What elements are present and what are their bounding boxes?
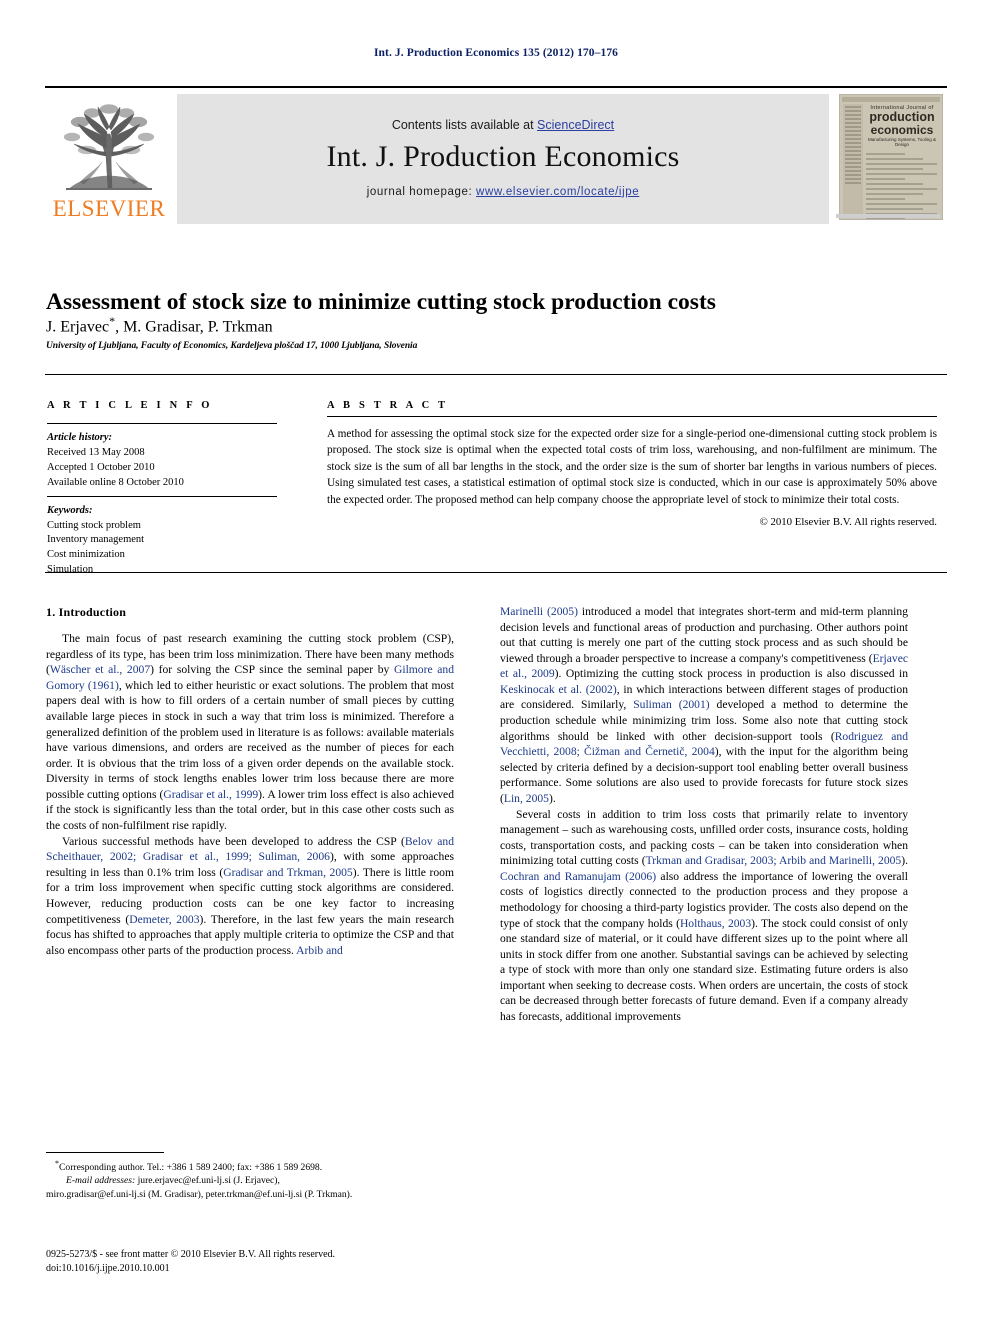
contents-line: Contents lists available at ScienceDirec… [392, 118, 614, 132]
body-column-left: 1. Introduction The main focus of past r… [46, 604, 454, 958]
email-1[interactable]: jure.erjavec@ef.uni-lj.si (J. Erjavec), [135, 1175, 280, 1186]
keyword-item: Simulation [47, 564, 94, 576]
citation-link[interactable]: Arbib and [296, 944, 343, 957]
contents-prefix: Contents lists available at [391, 118, 538, 133]
imprint-block: 0925-5273/$ - see front matter © 2010 El… [46, 1248, 486, 1276]
author-first: J. Erjavec [46, 318, 110, 336]
keyword-item: Inventory management [47, 534, 145, 546]
author-list: J. Erjavec*, M. Gradisar, P. Trkman [46, 314, 926, 336]
cover-title-line2: production [869, 110, 935, 124]
body-column-right: Marinelli (2005) introduced a model that… [500, 604, 908, 1025]
keywords-label: Keywords: [47, 504, 93, 516]
citation-link[interactable]: Marinelli (2005) [500, 605, 578, 618]
article-info-column: Article history: Received 13 May 2008 Ac… [47, 418, 287, 578]
journal-cover-thumbnail[interactable]: International Journal of production econ… [835, 94, 947, 224]
footnote-block: *Corresponding author. Tel.: +386 1 589 … [46, 1152, 454, 1201]
cover-title-block: International Journal of production econ… [866, 105, 938, 147]
citation-link[interactable]: Lin, 2005 [504, 792, 549, 805]
issn-copyright-line: 0925-5273/$ - see front matter © 2010 El… [46, 1249, 336, 1260]
keyword-item: Cutting stock problem [47, 519, 141, 531]
sciencedirect-link[interactable]: ScienceDirect [537, 118, 614, 132]
citation-link[interactable]: Suliman (2001) [633, 698, 709, 711]
abstract-heading: A B S T R A C T [327, 400, 449, 411]
abstract-column: A method for assessing the optimal stock… [327, 418, 937, 531]
cover-top-bar [842, 97, 940, 102]
history-received: Received 13 May 2008 [47, 446, 145, 458]
author-rest: , M. Gradisar, P. Trkman [115, 318, 273, 336]
paragraph: Several costs in addition to trim loss c… [500, 807, 908, 1024]
email-addresses-label: E-mail addresses: [66, 1175, 136, 1187]
author-affiliation: University of Ljubljana, Faculty of Econ… [46, 341, 418, 351]
journal-title: Int. J. Production Economics [326, 140, 680, 174]
keyword-item: Cost minimization [47, 549, 125, 561]
cover-shadow-bar [836, 214, 940, 218]
corresponding-author-text: Corresponding author. Tel.: +386 1 589 2… [59, 1162, 323, 1174]
footnote-rule [46, 1152, 164, 1153]
article-title: Assessment of stock size to minimize cut… [46, 288, 716, 315]
abstract-copyright: © 2010 Elsevier B.V. All rights reserved… [759, 516, 937, 529]
homepage-prefix: journal homepage: [366, 185, 477, 198]
journal-homepage-link[interactable]: www.elsevier.com/locate/ijpe [476, 186, 639, 198]
cover-left-column [843, 104, 863, 215]
citation-link[interactable]: Wäscher et al., 2007 [50, 663, 150, 676]
info-block-top-rule [45, 374, 947, 375]
citation-link[interactable]: Cochran and Ramanujam (2006) [500, 870, 656, 883]
cover-contents-lines [866, 153, 937, 219]
citation-link[interactable]: Gradisar et al., 1999 [163, 788, 258, 801]
cover-title-line3: economics [870, 122, 934, 137]
email-addresses-line-1: E-mail addresses: jure.erjavec@ef.uni-lj… [46, 1174, 454, 1187]
paragraph: The main focus of past research examinin… [46, 632, 455, 833]
article-info-rule [47, 423, 277, 424]
citation-link[interactable]: Rodriguez and Vecchietti, 2008; Čižman a… [500, 730, 908, 759]
elsevier-tree-icon [50, 104, 168, 196]
info-block-bottom-rule [45, 572, 947, 573]
elsevier-wordmark: ELSEVIER [52, 196, 166, 221]
abstract-rule [327, 416, 937, 417]
doi-line[interactable]: doi:10.1016/j.ijpe.2010.10.001 [46, 1262, 486, 1276]
citation-link[interactable]: Trkman and Gradisar, 2003; Arbib and Mar… [646, 854, 902, 867]
journal-homepage-line: journal homepage: www.elsevier.com/locat… [367, 186, 639, 198]
citation-link[interactable]: Keskinocak et al. (2002) [500, 683, 617, 696]
section-heading-introduction: 1. Introduction [46, 605, 127, 619]
running-head: Int. J. Production Economics 135 (2012) … [373, 47, 619, 59]
email-addresses-line-2[interactable]: miro.gradisar@ef.uni-lj.si (M. Gradisar)… [46, 1188, 454, 1201]
paper-page: Int. J. Production Economics 135 (2012) … [0, 0, 992, 1323]
article-history-group: Article history: Received 13 May 2008 Ac… [47, 431, 287, 491]
article-history-label: Article history: [47, 432, 113, 443]
citation-link[interactable]: Belov and Scheithauer, 2002; Gradisar et… [46, 835, 454, 864]
cover-title-line4: Manufacturing Systems, Tooling & Design [868, 136, 936, 147]
keywords-group: Keywords: Cutting stock problem Inventor… [47, 504, 287, 579]
citation-link[interactable]: Erjavec et al., 2009 [500, 652, 908, 681]
journal-masthead: ELSEVIER Contents lists available at Sci… [45, 86, 947, 224]
keywords-rule [47, 495, 277, 497]
citation-link[interactable]: Holthaus, 2003 [680, 917, 751, 930]
paragraph: Marinelli (2005) introduced a model that… [500, 605, 909, 805]
abstract-text: A method for assessing the optimal stock… [327, 428, 937, 506]
paragraph: Various successful methods have been dev… [46, 834, 454, 957]
corresponding-author-note: *Corresponding author. Tel.: +386 1 589 … [46, 1158, 454, 1174]
history-available-online: Available online 8 October 2010 [47, 476, 184, 488]
history-accepted: Accepted 1 October 2010 [47, 461, 155, 473]
elsevier-logo: ELSEVIER [45, 94, 173, 224]
article-info-heading: A R T I C L E I N F O [47, 400, 213, 411]
journal-band: Contents lists available at ScienceDirec… [177, 94, 829, 224]
cover-image: International Journal of production econ… [839, 94, 943, 220]
citation-link[interactable]: Gradisar and Trkman, 2005 [223, 866, 353, 879]
citation-link[interactable]: Demeter, 2003 [129, 913, 199, 926]
